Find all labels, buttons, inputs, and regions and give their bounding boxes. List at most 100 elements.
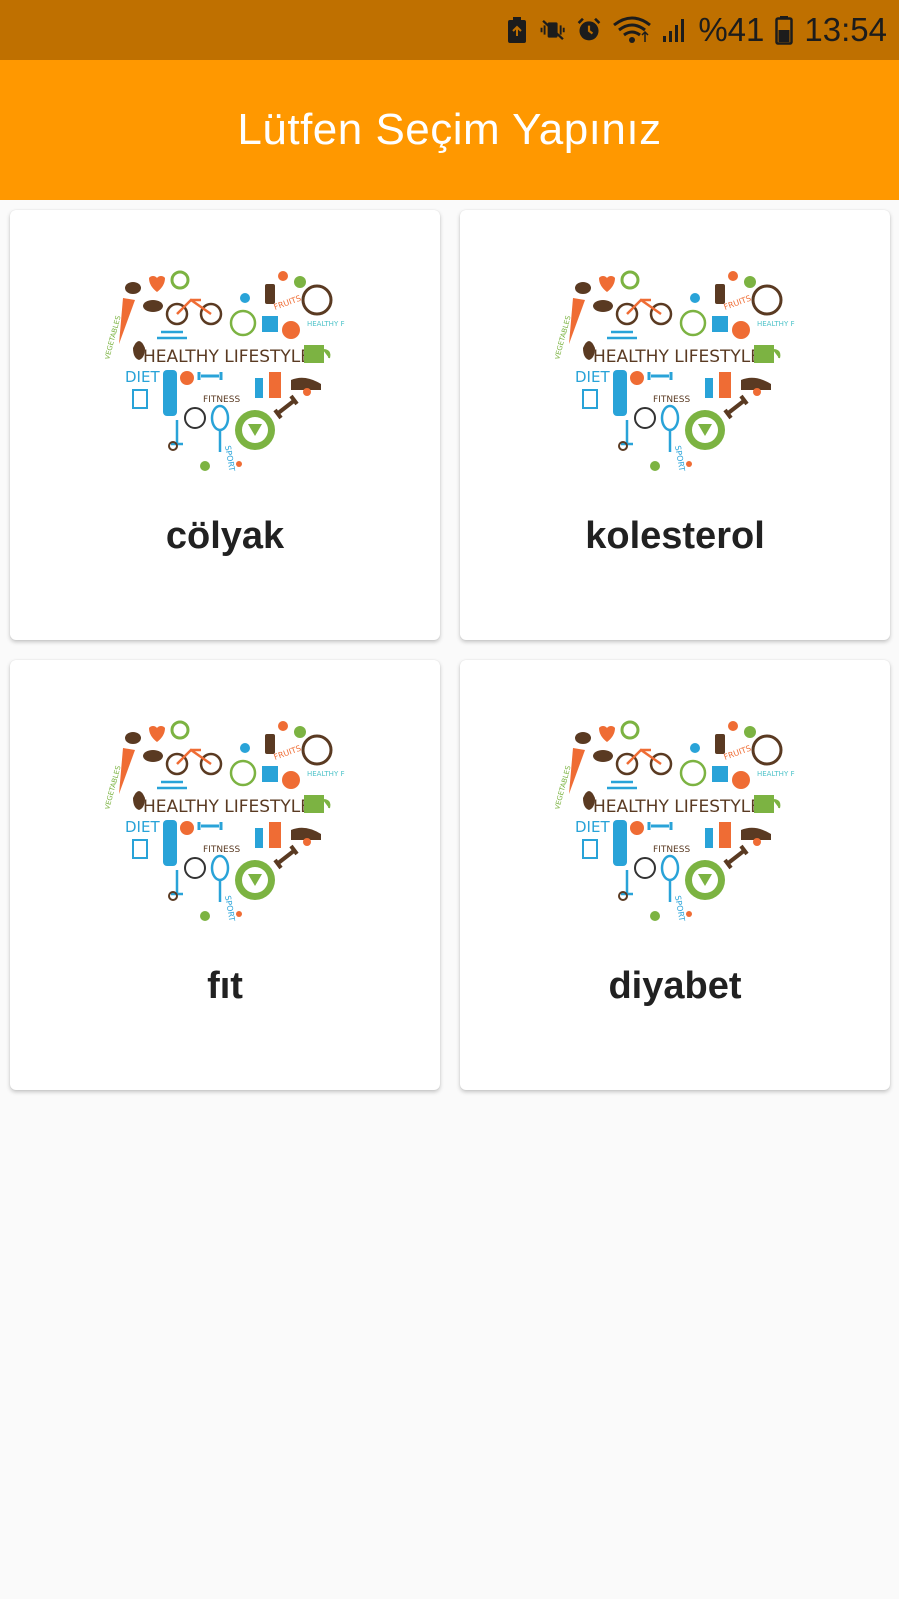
- racket-icon: [210, 854, 230, 882]
- tennis-ball-icon: [690, 293, 700, 303]
- card-label: diyabet: [608, 965, 742, 1007]
- broccoli-icon: [170, 270, 190, 290]
- tennis-ball-icon: [200, 911, 210, 921]
- card-fit[interactable]: FRUITSHEALTHY FOODVEGETABLESHEALTHY LIFE…: [10, 660, 440, 1090]
- juice-glass-icon: [269, 372, 281, 398]
- bottle-icon: [255, 378, 263, 398]
- tennis-ball-icon: [650, 911, 660, 921]
- cookie-icon: [575, 732, 591, 744]
- fruits-label: FRUITS: [723, 744, 753, 762]
- glass-icon: [582, 389, 598, 409]
- jump-rope-icon: [229, 309, 257, 337]
- broccoli-icon: [620, 270, 640, 290]
- soccer-ball-icon: [634, 407, 656, 429]
- dumbbell-icon: [647, 822, 673, 830]
- status-bar: %41 13:54: [0, 0, 899, 60]
- tea-cup-icon: [304, 795, 331, 813]
- glass-icon: [132, 839, 148, 859]
- football-icon: [593, 750, 613, 762]
- healthy-lifestyle-heart-image: FRUITSHEALTHY FOODVEGETABLESHEALTHY LIFE…: [553, 718, 811, 928]
- card-colyak[interactable]: FRUITSHEALTHY FOODVEGETABLESHEALTHY LIFE…: [10, 210, 440, 640]
- fish-icon: [607, 780, 637, 790]
- roller-skate-icon: [712, 316, 728, 332]
- bicycle-frame-icon: [176, 748, 212, 766]
- healthy-food-label: HEALTHY FOOD: [307, 320, 345, 328]
- heart-icon: [599, 276, 615, 292]
- page-title: Lütfen Seçim Yapınız: [237, 105, 662, 154]
- apple-icon: [744, 726, 756, 738]
- wifi-icon: [612, 15, 652, 45]
- soccer-ball-icon: [184, 407, 206, 429]
- broccoli-icon: [170, 720, 190, 740]
- heart-icon: [149, 276, 165, 292]
- strawberry-icon: [236, 911, 242, 917]
- tennis-ball-icon: [240, 293, 250, 303]
- card-label: cölyak: [165, 515, 285, 557]
- healthy-lifestyle-heart-image: FRUITSHEALTHY FOODVEGETABLESHEALTHY LIFE…: [103, 718, 361, 928]
- basketball-icon: [282, 321, 300, 339]
- strawberry-icon: [728, 271, 738, 281]
- sport-label: SPORT: [223, 445, 236, 472]
- juice-glass-icon: [719, 372, 731, 398]
- dumbbell-icon: [197, 372, 223, 380]
- music-player-icon: [265, 284, 275, 304]
- orange-icon: [180, 371, 194, 385]
- tennis-ball-icon: [240, 743, 250, 753]
- fish-icon: [607, 330, 637, 340]
- alarm-icon: [576, 15, 602, 45]
- card-diyabet[interactable]: FRUITSHEALTHY FOODVEGETABLESHEALTHY LIFE…: [460, 660, 890, 1090]
- healthy-food-label: HEALTHY FOOD: [307, 770, 345, 778]
- music-player-icon: [265, 734, 275, 754]
- healthy-food-label: HEALTHY FOOD: [757, 770, 795, 778]
- battery-percent: %41: [698, 11, 765, 48]
- racket-icon: [660, 404, 680, 432]
- diet-label: DIET: [125, 818, 160, 836]
- orange-icon: [180, 821, 194, 835]
- healthy-lifestyle-heart-image: FRUITSHEALTHY FOODVEGETABLESHEALTHY LIFE…: [103, 268, 361, 478]
- healthy-lifestyle-title: HEALTHY LIFESTYLE: [593, 797, 761, 817]
- card-kolesterol[interactable]: FRUITSHEALTHY FOODVEGETABLESHEALTHY LIFE…: [460, 210, 890, 640]
- strawberry-icon: [686, 461, 692, 467]
- apple-icon: [294, 276, 306, 288]
- fruits-label: FRUITS: [723, 294, 753, 312]
- fruits-label: FRUITS: [273, 744, 303, 762]
- battery-icon: [774, 15, 794, 45]
- healthy-lifestyle-title: HEALTHY LIFESTYLE: [143, 797, 311, 817]
- diet-label: DIET: [575, 368, 610, 386]
- roller-skate-icon: [712, 766, 728, 782]
- diet-label: DIET: [125, 368, 160, 386]
- cookie-icon: [125, 732, 141, 744]
- flower-icon: [303, 388, 311, 396]
- flower-icon: [753, 388, 761, 396]
- fruits-label: FRUITS: [273, 294, 303, 312]
- jump-rope-icon: [229, 759, 257, 787]
- bicycle-frame-icon: [626, 298, 662, 316]
- strawberry-icon: [278, 721, 288, 731]
- heart-icon: [149, 726, 165, 742]
- clock: 13:54: [804, 11, 887, 48]
- basketball-icon: [282, 771, 300, 789]
- glass-icon: [582, 839, 598, 859]
- flower-icon: [753, 838, 761, 846]
- cookie-icon: [575, 282, 591, 294]
- sport-label: SPORT: [223, 895, 236, 922]
- heart-icon: [599, 726, 615, 742]
- strawberry-icon: [278, 271, 288, 281]
- music-player-icon: [715, 734, 725, 754]
- alarm-clock-icon: [751, 734, 783, 766]
- water-bottle-icon: [613, 370, 627, 416]
- cookie-icon: [125, 282, 141, 294]
- fitness-label: FITNESS: [653, 395, 690, 405]
- racket-icon: [210, 404, 230, 432]
- bottle-icon: [705, 378, 713, 398]
- fitness-label: FITNESS: [203, 845, 240, 855]
- battery-saver-icon: [504, 15, 530, 45]
- healthy-lifestyle-title: HEALTHY LIFESTYLE: [143, 347, 311, 367]
- alarm-clock-icon: [301, 734, 333, 766]
- flower-icon: [303, 838, 311, 846]
- bicycle-frame-icon: [176, 298, 212, 316]
- alarm-clock-icon: [301, 284, 333, 316]
- tennis-ball-icon: [200, 461, 210, 471]
- alarm-clock-icon: [751, 284, 783, 316]
- app-bar: Lütfen Seçim Yapınız: [0, 60, 899, 200]
